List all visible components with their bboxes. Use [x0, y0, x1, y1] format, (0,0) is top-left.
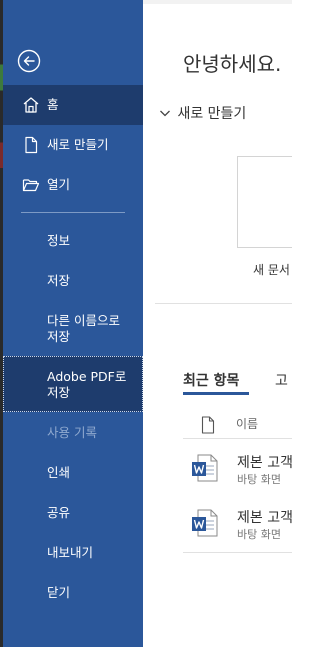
- sidebar-item-label: 정보: [47, 233, 71, 248]
- sidebar-item-info[interactable]: 정보: [3, 222, 143, 260]
- word-document-icon: [192, 454, 218, 482]
- file-location: 바탕 화면: [237, 473, 281, 486]
- list-divider: [183, 552, 292, 553]
- sidebar-item-label: 인쇄: [47, 465, 71, 480]
- sidebar-item-history: 사용 기록: [3, 414, 143, 452]
- sidebar-item-export[interactable]: 내보내기: [3, 534, 143, 572]
- chevron-down-icon: [159, 106, 173, 122]
- tab-recent[interactable]: 최근 항목: [183, 370, 239, 390]
- file-type-icon: [201, 416, 215, 434]
- sidebar-item-close[interactable]: 닫기: [3, 574, 143, 612]
- backstage-main: 안녕하세요. 새로 만들기 새 문서 최근 항목 고 이름 제본 고객 바탕 화…: [143, 0, 292, 647]
- sidebar-item-label: 다른 이름으로 저장: [47, 313, 120, 344]
- greeting: 안녕하세요.: [183, 52, 282, 76]
- sidebar-item-open[interactable]: 열기: [3, 165, 143, 205]
- sidebar-item-label: Adobe PDF로 저장: [47, 369, 127, 400]
- sidebar-item-label: 사용 기록: [47, 425, 97, 440]
- word-document-icon: [192, 509, 218, 537]
- sidebar-item-home[interactable]: 홈: [3, 85, 143, 125]
- file-location: 바탕 화면: [237, 528, 281, 541]
- sidebar-divider: [21, 212, 125, 213]
- column-header-name[interactable]: 이름: [236, 415, 258, 432]
- sidebar-item-save[interactable]: 저장: [3, 262, 143, 300]
- blank-document-template[interactable]: [237, 156, 292, 248]
- sidebar-item-label: 열기: [47, 177, 71, 192]
- sidebar-item-label: 새로 만들기: [47, 137, 109, 152]
- section-divider: [155, 303, 292, 304]
- home-icon: [23, 97, 39, 113]
- sidebar-item-label: 닫기: [47, 585, 71, 600]
- sidebar-item-new[interactable]: 새로 만들기: [3, 125, 143, 165]
- file-name: 제본 고객: [237, 455, 292, 471]
- sidebar-item-save-as[interactable]: 다른 이름으로 저장: [3, 305, 143, 351]
- sidebar-item-share[interactable]: 공유: [3, 494, 143, 532]
- backstage-sidebar: 홈 새로 만들기 열기 정보 저장 다른 이름으로 저장 Adobe PDF로 …: [3, 0, 143, 647]
- recent-file-row[interactable]: 제본 고객 바탕 화면: [183, 449, 292, 489]
- active-tab-indicator: [183, 392, 249, 395]
- tab-pinned[interactable]: 고: [275, 370, 288, 390]
- recent-file-row[interactable]: 제본 고객 바탕 화면: [183, 504, 292, 544]
- sidebar-item-save-as-adobe-pdf[interactable]: Adobe PDF로 저장: [3, 356, 143, 412]
- sidebar-item-label: 공유: [47, 505, 71, 520]
- sidebar-item-label: 저장: [47, 273, 71, 288]
- new-document-icon: [25, 136, 38, 154]
- new-section-toggle[interactable]: 새로 만들기: [159, 103, 246, 123]
- sidebar-item-print[interactable]: 인쇄: [3, 454, 143, 492]
- new-section-title: 새로 만들기: [177, 106, 247, 122]
- back-arrow-icon[interactable]: [17, 49, 41, 73]
- top-strip: [143, 0, 292, 4]
- sidebar-item-label: 홈: [47, 97, 59, 112]
- header-divider: [183, 438, 292, 439]
- open-folder-icon: [22, 179, 40, 192]
- file-name: 제본 고객: [237, 510, 292, 526]
- sidebar-item-label: 내보내기: [47, 545, 94, 560]
- template-label: 새 문서: [253, 263, 290, 277]
